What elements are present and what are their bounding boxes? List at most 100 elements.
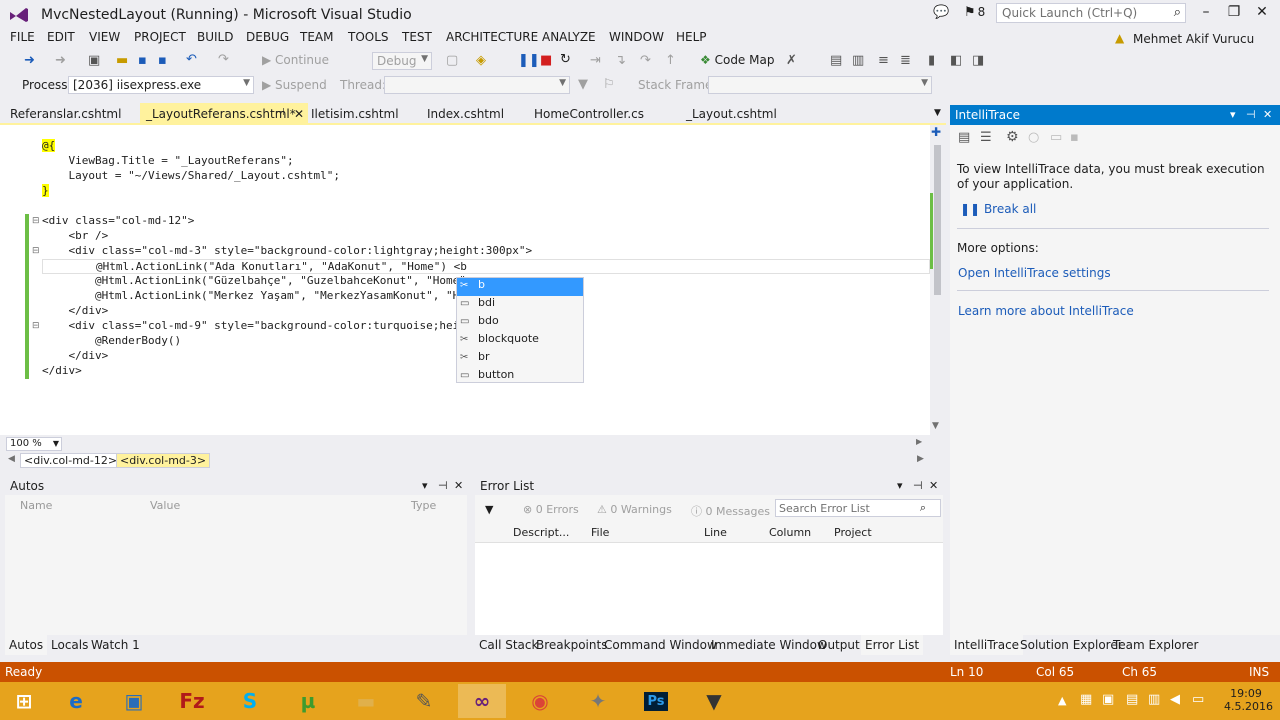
back-icon[interactable]: ➜ — [24, 53, 35, 68]
tab-breakpoints[interactable]: Breakpoints — [536, 638, 607, 652]
menu-debug[interactable]: DEBUG — [246, 30, 289, 44]
tab-layout-referans[interactable]: _LayoutReferans.cshtml* — [146, 107, 296, 121]
code-map-button[interactable]: ❖ Code Map — [700, 53, 774, 67]
process-select[interactable]: [2036] iisexpress.exe ▼ — [68, 76, 254, 94]
paint-icon[interactable]: ✦ — [574, 684, 622, 718]
visual-studio-taskbar-icon[interactable]: ∞ — [458, 684, 506, 718]
open-icon[interactable]: ▭ — [1050, 130, 1062, 145]
editor-vertical-scrollbar[interactable]: ✚ ▼ — [930, 125, 944, 435]
redo-icon[interactable]: ↷ — [218, 52, 229, 67]
warnings-filter-button[interactable]: ⚠ 0 Warnings — [597, 503, 672, 516]
tray-icon[interactable]: ▤ — [1126, 692, 1138, 707]
completion-item[interactable]: ▭ button — [457, 368, 583, 386]
scroll-down-icon[interactable]: ▼ — [932, 421, 939, 431]
feedback-icon[interactable]: 💬 — [933, 5, 949, 20]
attach-icon[interactable]: ▢ — [446, 53, 458, 68]
tab-immediate-window[interactable]: Immediate Window — [711, 638, 827, 652]
language-icon[interactable]: ▭ — [1192, 692, 1204, 707]
tab-iletisim[interactable]: Iletisim.cshtml — [311, 107, 399, 121]
tab-solution-explorer[interactable]: Solution Explorer — [1020, 638, 1123, 652]
save-icon[interactable]: ▪ — [138, 53, 147, 68]
filter-icon[interactable]: ▼ — [485, 503, 493, 516]
notification-flag-icon[interactable]: ⚑ 8 — [964, 5, 985, 20]
menu-file[interactable]: FILE — [10, 30, 35, 44]
minimize-button[interactable]: – — [1192, 4, 1220, 24]
user-account[interactable]: Mehmet Akif Vurucu — [1133, 32, 1254, 46]
utorrent-icon[interactable]: µ — [284, 684, 332, 718]
network-icon[interactable]: ▣ — [1102, 692, 1114, 707]
column-column[interactable]: Column — [769, 526, 811, 539]
hscroll-right-icon[interactable]: ▶ — [916, 437, 922, 446]
open-settings-link[interactable]: Open IntelliTrace settings — [958, 266, 1111, 280]
split-icon[interactable]: ✚ — [931, 125, 941, 139]
scroll-thumb[interactable] — [934, 145, 941, 295]
skype-icon[interactable]: S — [226, 684, 274, 718]
completion-item[interactable]: ✂ br — [457, 350, 583, 368]
close-panel-icon[interactable]: ✕ — [1263, 108, 1272, 121]
tab-overflow-icon[interactable]: ▼ — [934, 108, 941, 118]
file-explorer-icon[interactable]: ▬ — [342, 684, 390, 718]
quick-launch-input[interactable]: Quick Launch (Ctrl+Q) ⌕ — [996, 3, 1186, 23]
breadcrumb-left-icon[interactable]: ◀ — [8, 454, 15, 464]
uncomment-icon[interactable]: ▥ — [852, 53, 864, 68]
tab-team-explorer[interactable]: Team Explorer — [1113, 638, 1199, 652]
search-icon[interactable]: ○ — [1028, 130, 1039, 145]
photoshop-icon[interactable]: Ps — [632, 684, 680, 718]
menu-architecture[interactable]: ARCHITECTURE — [446, 30, 538, 44]
tab-output[interactable]: Output — [818, 638, 860, 652]
menu-tools[interactable]: TOOLS — [348, 30, 389, 44]
prev-bookmark-icon[interactable]: ◧ — [950, 53, 962, 68]
completion-item[interactable]: ▭ bdi — [457, 296, 583, 314]
break-all-icon[interactable]: ❚❚ — [518, 53, 540, 68]
flag-thread-icon[interactable]: ⚐ — [603, 77, 615, 92]
tray-app-icon[interactable]: ▦ — [1080, 692, 1092, 707]
close-tab-icon[interactable]: ✕ — [294, 107, 304, 121]
break-all-link[interactable]: ❚❚ Break all — [960, 202, 1036, 216]
breadcrumb-item-active[interactable]: <div.col-md-3> — [116, 453, 211, 468]
tab-autos[interactable]: Autos — [5, 635, 48, 655]
collapse-icon[interactable]: ⊟ — [32, 321, 40, 331]
panel-menu-icon[interactable]: ▾ — [422, 479, 428, 492]
restart-icon[interactable]: ↻ — [560, 52, 571, 67]
column-name[interactable]: Name — [20, 499, 52, 512]
messages-filter-button[interactable]: ⓘ 0 Messages — [691, 503, 770, 519]
collapse-icon[interactable]: ⊟ — [32, 246, 40, 256]
breadcrumb-item[interactable]: <div.col-md-12> — [20, 453, 122, 468]
tab-homecontroller[interactable]: HomeController.cs — [534, 107, 644, 121]
menu-team[interactable]: TEAM — [300, 30, 333, 44]
tab-index[interactable]: Index.cshtml — [427, 107, 504, 121]
tools-icon[interactable]: ✎ — [400, 684, 448, 718]
completion-item[interactable]: ✂ blockquote — [457, 332, 583, 350]
pin-icon[interactable]: ⊣ — [438, 479, 448, 492]
save-all-icon[interactable]: ▪ — [158, 53, 167, 68]
tray-expand-icon[interactable]: ▲ — [1058, 694, 1066, 707]
step-into-icon[interactable]: ↴ — [615, 53, 626, 68]
tab-call-stack[interactable]: Call Stack — [479, 638, 538, 652]
list-detail-icon[interactable]: ☰ — [980, 130, 992, 145]
pin-icon[interactable]: ⊣ — [913, 479, 923, 492]
menu-window[interactable]: WINDOW — [609, 30, 664, 44]
tab-error-list[interactable]: Error List — [861, 635, 924, 655]
filezilla-icon[interactable]: Fz — [168, 684, 216, 718]
tab-watch-1[interactable]: Watch 1 — [91, 638, 140, 652]
new-project-icon[interactable]: ▣ — [88, 53, 100, 68]
menu-edit[interactable]: EDIT — [47, 30, 75, 44]
collapse-icon[interactable]: ⊟ — [32, 216, 40, 226]
breadcrumb-right-icon[interactable]: ▶ — [917, 454, 924, 464]
forward-icon[interactable]: ➜ — [55, 53, 66, 68]
indent-icon[interactable]: ≡ — [878, 53, 889, 68]
outdent-icon[interactable]: ≣ — [900, 53, 911, 68]
chrome-icon[interactable]: ◉ — [516, 684, 564, 718]
show-next-statement-icon[interactable]: ⇥ — [590, 53, 601, 68]
pin-icon[interactable]: ⊣ — [1246, 108, 1256, 121]
column-type[interactable]: Type — [411, 499, 436, 512]
camtasia-icon[interactable]: ▼ — [690, 684, 738, 718]
gear-icon[interactable]: ⚙ — [1006, 129, 1019, 145]
search-error-list-input[interactable]: Search Error List ⌕ — [775, 499, 941, 517]
filter-icon[interactable]: ▼ — [578, 77, 588, 92]
maximize-button[interactable]: ❐ — [1220, 4, 1248, 24]
completion-item[interactable]: ▭ bdo — [457, 314, 583, 332]
tab-locals[interactable]: Locals — [51, 638, 88, 652]
browser-link-icon[interactable]: ◈ — [476, 53, 486, 68]
panel-menu-icon[interactable]: ▾ — [1230, 108, 1236, 121]
